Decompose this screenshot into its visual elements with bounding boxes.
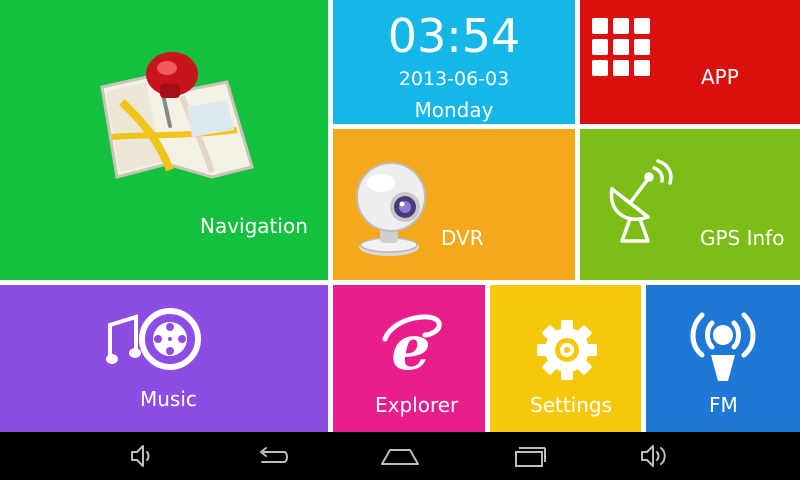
- dvr-label: DVR: [441, 226, 484, 250]
- gear-icon: [536, 319, 598, 381]
- app-tile[interactable]: APP: [580, 0, 800, 124]
- map-pin-icon: [62, 42, 262, 232]
- app-label: APP: [701, 65, 739, 89]
- navigation-label: Navigation: [200, 214, 308, 238]
- fm-tile[interactable]: FM: [646, 285, 800, 432]
- volume-down-button[interactable]: [116, 440, 164, 472]
- volume-up-icon: [641, 445, 666, 467]
- clock-widget[interactable]: 03:54 2013-06-03 Monday: [333, 0, 575, 124]
- navigation-tile[interactable]: Navigation: [0, 0, 328, 280]
- recent-apps-icon: [515, 447, 546, 467]
- dvr-tile[interactable]: DVR: [333, 129, 575, 280]
- clock-time: 03:54: [387, 9, 521, 63]
- home-icon: [381, 449, 419, 465]
- recent-apps-button[interactable]: [504, 440, 552, 472]
- app-grid-icon: [592, 18, 650, 76]
- settings-label: Settings: [530, 393, 613, 417]
- system-navigation-bar: [0, 432, 800, 480]
- satellite-dish-icon: [602, 159, 676, 249]
- music-tile[interactable]: Music: [0, 285, 328, 432]
- settings-tile[interactable]: Settings: [490, 285, 641, 432]
- back-button[interactable]: [248, 440, 296, 472]
- explorer-tile[interactable]: e Explorer: [333, 285, 485, 432]
- volume-down-icon: [131, 445, 150, 467]
- home-screen: Navigation 03:54 2013-06-03 Monday APP D…: [0, 0, 800, 480]
- home-button[interactable]: [376, 440, 424, 472]
- gps-info-tile[interactable]: GPS Info: [580, 129, 800, 280]
- music-label: Music: [140, 387, 197, 411]
- webcam-icon: [349, 159, 431, 259]
- gps-info-label: GPS Info: [700, 226, 785, 250]
- fm-label: FM: [709, 393, 738, 417]
- music-film-icon: [106, 307, 206, 371]
- explorer-label: Explorer: [375, 393, 459, 417]
- back-icon: [260, 447, 288, 463]
- broadcast-person-icon: [682, 307, 764, 383]
- clock-day: Monday: [414, 98, 494, 122]
- volume-up-button[interactable]: [630, 440, 678, 472]
- explorer-e-icon: e: [381, 313, 443, 377]
- clock-date: 2013-06-03: [398, 68, 510, 90]
